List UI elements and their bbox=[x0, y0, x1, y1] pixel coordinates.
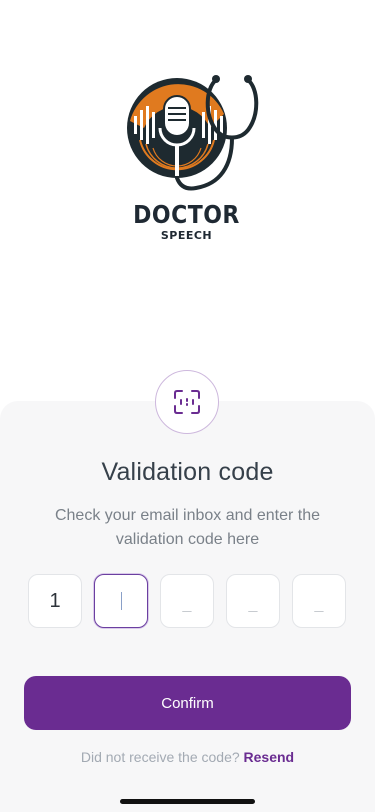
logo-title: DOCTOR bbox=[133, 201, 240, 230]
code-digit-3[interactable]: _ bbox=[160, 574, 214, 628]
code-digit-1[interactable]: 1 bbox=[28, 574, 82, 628]
code-digit-value: 1 bbox=[49, 589, 61, 612]
resend-line: Did not receive the code? Resend bbox=[0, 749, 375, 765]
code-input-row: 1 _ _ _ bbox=[28, 574, 347, 628]
resend-prompt: Did not receive the code? bbox=[80, 749, 240, 765]
app-logo: DOCTOR SPEECH bbox=[120, 66, 265, 256]
scan-code-icon bbox=[174, 390, 200, 414]
code-digit-placeholder: _ bbox=[182, 596, 192, 613]
page-title: Validation code bbox=[101, 458, 274, 486]
logo-subtitle: SPEECH bbox=[160, 229, 213, 242]
code-digit-2[interactable] bbox=[94, 574, 148, 628]
code-digit-placeholder: _ bbox=[314, 596, 324, 613]
code-digit-placeholder: _ bbox=[248, 596, 258, 613]
code-digit-5[interactable]: _ bbox=[292, 574, 346, 628]
code-digit-4[interactable]: _ bbox=[226, 574, 280, 628]
confirm-button[interactable]: Confirm bbox=[24, 676, 351, 730]
microphone-stethoscope-icon bbox=[127, 75, 259, 191]
home-indicator bbox=[120, 799, 255, 804]
scan-code-badge bbox=[155, 370, 219, 434]
instructions-text: Check your email inbox and enter the val… bbox=[54, 507, 321, 548]
text-cursor bbox=[120, 592, 122, 610]
resend-link[interactable]: Resend bbox=[244, 749, 295, 765]
